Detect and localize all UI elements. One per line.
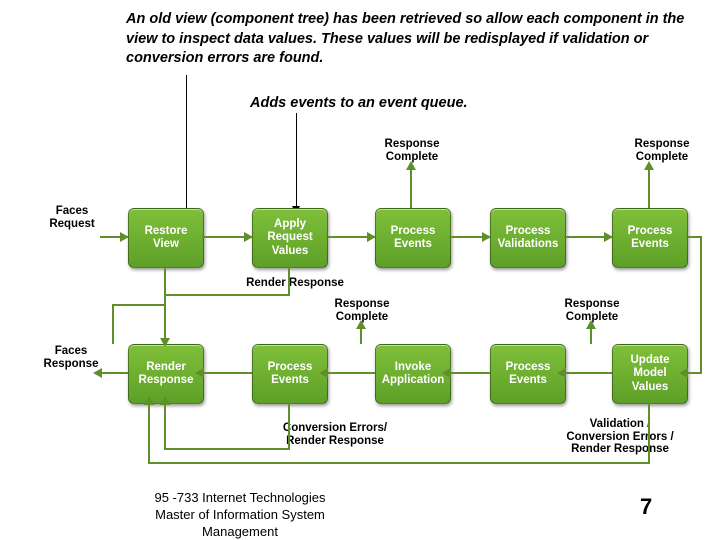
box-process-events-1: ProcessEvents xyxy=(375,208,451,268)
arr xyxy=(356,320,366,329)
box-process-events-3: ProcessEvents xyxy=(490,344,566,404)
description-main: An old view (component tree) has been re… xyxy=(126,10,716,69)
arr xyxy=(644,161,654,170)
arr xyxy=(244,232,253,242)
box-render-response: RenderResponse xyxy=(128,344,204,404)
label-rc-2: ResponseComplete xyxy=(630,138,694,163)
arr xyxy=(482,232,491,242)
label-validation-errors: Validation /Conversion Errors /Render Re… xyxy=(555,418,685,456)
footer-line1: 95 -733 Internet Technologies xyxy=(154,490,325,505)
page-number: 7 xyxy=(640,494,652,520)
conn xyxy=(112,304,166,306)
conn xyxy=(648,168,650,208)
conn xyxy=(564,372,612,374)
label-faces-request: FacesRequest xyxy=(44,205,100,230)
arr xyxy=(586,320,596,329)
arr xyxy=(367,232,376,242)
conn xyxy=(288,266,290,296)
conn xyxy=(100,372,128,374)
box-process-events-4: ProcessEvents xyxy=(252,344,328,404)
box-restore-view: RestoreView xyxy=(128,208,204,268)
footer-line2: Master of Information System Management xyxy=(155,507,325,539)
conn xyxy=(164,448,290,450)
box-apply-request: ApplyRequestValues xyxy=(252,208,328,268)
arr xyxy=(144,396,154,405)
conn xyxy=(686,236,702,238)
conn xyxy=(288,402,290,450)
description-sub: Adds events to an event queue. xyxy=(250,94,468,114)
conn xyxy=(202,372,252,374)
arr xyxy=(679,368,688,378)
arr xyxy=(160,396,170,405)
arr xyxy=(442,368,451,378)
arr xyxy=(120,232,129,242)
arr xyxy=(604,232,613,242)
arr xyxy=(319,368,328,378)
conn xyxy=(164,294,166,344)
callout-line-1 xyxy=(186,75,187,208)
arr xyxy=(406,161,416,170)
conn xyxy=(164,294,290,296)
box-process-validations: ProcessValidations xyxy=(490,208,566,268)
label-render-response: Render Response xyxy=(240,277,350,290)
conn xyxy=(148,462,650,464)
arr xyxy=(160,338,170,347)
conn xyxy=(700,236,702,372)
conn xyxy=(449,372,490,374)
footer-text: 95 -733 Internet Technologies Master of … xyxy=(130,490,350,540)
conn xyxy=(326,372,375,374)
callout-line-2 xyxy=(296,113,297,208)
conn xyxy=(648,402,650,464)
label-rc-1: ResponseComplete xyxy=(380,138,444,163)
conn xyxy=(410,168,412,208)
arr xyxy=(195,368,204,378)
conn xyxy=(686,372,702,374)
arr xyxy=(93,368,102,378)
box-invoke-application: InvokeApplication xyxy=(375,344,451,404)
slide: An old view (component tree) has been re… xyxy=(0,0,720,540)
box-process-events-2: ProcessEvents xyxy=(612,208,688,268)
label-faces-response: FacesResponse xyxy=(40,345,102,370)
box-update-model: UpdateModelValues xyxy=(612,344,688,404)
conn xyxy=(164,402,166,450)
conn xyxy=(112,304,114,344)
conn xyxy=(148,402,150,464)
arr xyxy=(557,368,566,378)
